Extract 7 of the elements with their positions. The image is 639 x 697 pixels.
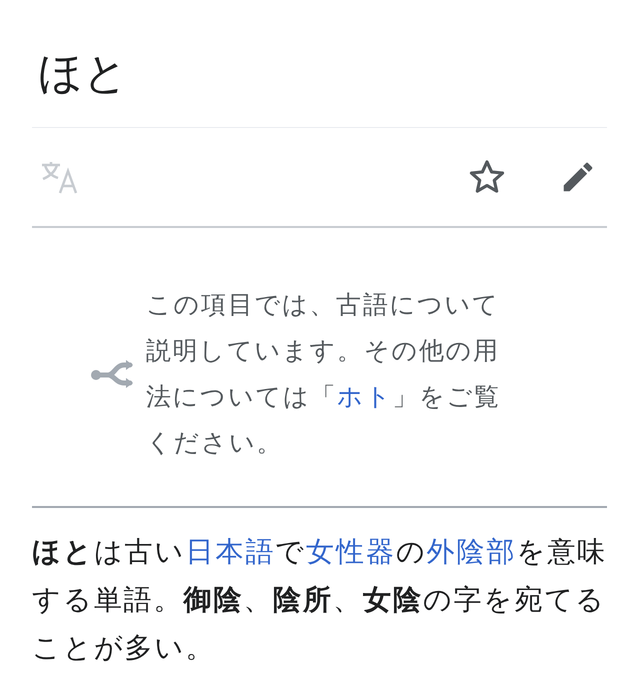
hatnote-link[interactable]: ホト xyxy=(337,382,392,411)
article-paragraph: ほと は古い 日本語で女性器の外陰部 を意味する単語。御陰、陰所、女陰の字を宛てることが多い。 xyxy=(32,534,608,666)
article-link[interactable]: 外陰部 xyxy=(426,534,516,568)
article-link[interactable]: 女性器 xyxy=(306,534,396,568)
hatnote-text: この項目では、古語について説明しています。その他の用法については「ホト」をご覧ください。 xyxy=(146,288,502,459)
page-title: ほと xyxy=(32,0,607,128)
article-link[interactable]: 日本語 xyxy=(186,534,276,568)
